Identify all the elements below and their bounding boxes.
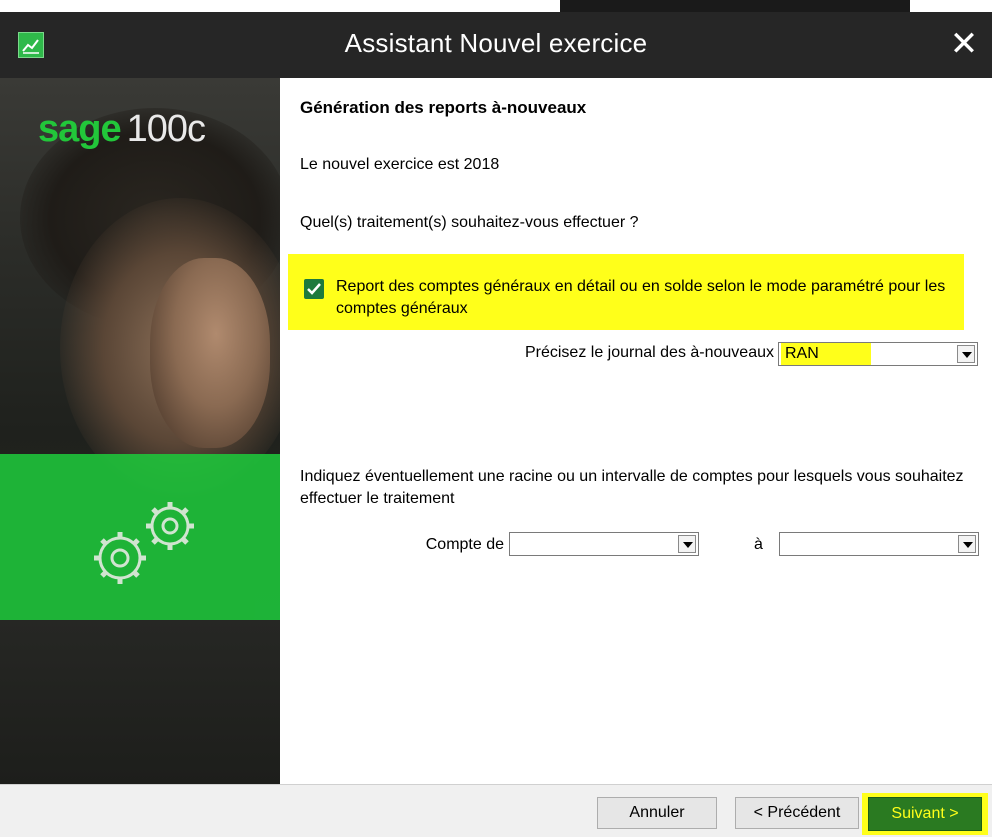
- previous-button[interactable]: < Précédent: [735, 797, 859, 829]
- photo-face: [150, 258, 270, 448]
- journal-select[interactable]: RAN: [778, 342, 978, 366]
- branding-panel: sage 100c: [0, 78, 280, 784]
- gears-icon: [94, 502, 194, 584]
- new-year-text: Le nouvel exercice est 2018: [300, 156, 500, 173]
- logo-number: 100c: [126, 108, 206, 150]
- chevron-down-icon[interactable]: [958, 535, 976, 553]
- next-button[interactable]: Suivant >: [868, 797, 982, 831]
- chevron-down-icon[interactable]: [957, 345, 975, 363]
- page-heading: Génération des reports à-nouveaux: [300, 98, 587, 117]
- window-title: Assistant Nouvel exercice: [344, 28, 648, 58]
- account-from-label: Compte de: [425, 536, 504, 553]
- green-band: [0, 454, 280, 620]
- account-from-value: [512, 533, 520, 555]
- report-checkbox[interactable]: [304, 279, 324, 299]
- chevron-down-icon[interactable]: [678, 535, 696, 553]
- account-from-select[interactable]: [509, 532, 699, 556]
- next-button-highlight: Suivant >: [862, 793, 988, 835]
- close-icon[interactable]: ✕: [944, 24, 984, 64]
- account-to-label: à: [754, 536, 763, 553]
- wizard-content: Génération des reports à-nouveaux Le nou…: [280, 78, 992, 784]
- journal-value: RAN: [781, 343, 871, 365]
- journal-label: Précisez le journal des à-nouveaux: [524, 344, 774, 361]
- photo-lower: [0, 620, 280, 784]
- account-to-select[interactable]: [779, 532, 979, 556]
- account-to-value: [782, 533, 790, 555]
- range-hint: Indiquez éventuellement une racine ou un…: [300, 468, 964, 507]
- sage-logo: sage 100c: [38, 108, 206, 151]
- logo-word: sage: [38, 108, 122, 150]
- report-checkbox-label[interactable]: Report des comptes généraux en détail ou…: [336, 276, 966, 320]
- wizard-footer: Annuler < Précédent Suivant >: [0, 784, 992, 837]
- title-bar: Assistant Nouvel exercice ✕: [0, 12, 992, 78]
- question-text: Quel(s) traitement(s) souhaitez-vous eff…: [300, 214, 639, 231]
- cancel-button[interactable]: Annuler: [597, 797, 717, 829]
- checkmark-icon: [307, 283, 321, 295]
- top-strip: [0, 0, 992, 12]
- background-window-edge: [560, 0, 910, 12]
